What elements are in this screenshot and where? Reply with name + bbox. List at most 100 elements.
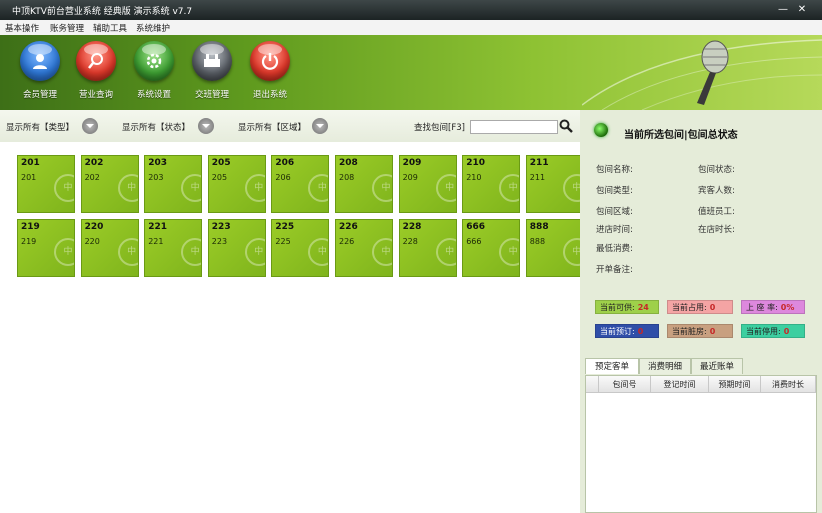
table-header-duration[interactable]: 消费时长 — [761, 376, 816, 393]
menu-basic-ops[interactable]: 基本操作 — [5, 22, 39, 34]
room-tile[interactable]: 210 210 中 — [462, 155, 521, 213]
room-tile[interactable]: 201 201 中 — [17, 155, 75, 213]
close-button[interactable]: ✕ — [795, 3, 809, 16]
shift-handover-button[interactable]: 交班管理 — [182, 41, 242, 107]
room-sub-label: 223 — [211, 237, 228, 246]
shift-handover-label: 交班管理 — [194, 90, 229, 100]
room-tile[interactable]: 666 666 中 — [462, 219, 521, 277]
area-filter-dropdown[interactable] — [312, 118, 328, 134]
room-sub-label: 219 — [21, 237, 37, 246]
stat-badge: 当前脏房: 0 — [667, 324, 733, 338]
room-watermark-icon: 中 — [54, 174, 74, 202]
room-sub-label: 210 — [466, 173, 482, 182]
room-number: 210 — [466, 158, 485, 168]
room-number: 208 — [339, 158, 358, 168]
system-settings-button[interactable]: 系统设置 — [124, 41, 184, 107]
stat-label: 当前停用: — [746, 327, 781, 336]
room-tile[interactable]: 206 206 中 — [271, 155, 330, 213]
stat-value: 0 — [709, 327, 716, 336]
room-tile[interactable]: 211 211 中 — [525, 155, 580, 213]
menu-aux-tools[interactable]: 辅助工具 — [93, 22, 127, 34]
room-watermark-icon: 中 — [499, 238, 520, 266]
stat-label: 当前脏房: — [672, 327, 707, 336]
window-title: 中顶KTV前台营业系统 经典版 演示系统 v7.7 — [12, 7, 193, 17]
room-tile[interactable]: 225 225 中 — [271, 219, 330, 277]
stat-label: 当前预订: — [600, 327, 635, 336]
magnifier-icon — [76, 41, 116, 81]
room-number: 201 — [21, 158, 40, 168]
stay-duration-label: 在店时长: — [698, 225, 735, 235]
reservation-table: 包间号 登记时间 预期时间 消费时长 — [585, 375, 817, 513]
order-note-label: 开单备注: — [596, 265, 633, 275]
minimize-button[interactable]: — — [776, 3, 790, 16]
stat-value: 24 — [637, 303, 649, 312]
room-tile[interactable]: 223 223 中 — [207, 219, 266, 277]
tab-reservations[interactable]: 预定客单 — [585, 358, 639, 374]
room-tile[interactable]: 208 208 中 — [335, 155, 393, 213]
room-sub-label: 220 — [84, 237, 100, 246]
tab-recent-bills[interactable]: 最近账单 — [691, 358, 743, 374]
area-filter-label: 显示所有【区域】 — [238, 123, 307, 133]
room-sub-label: 201 — [21, 173, 37, 182]
search-room-input[interactable] — [470, 120, 558, 134]
room-number: 666 — [466, 222, 485, 232]
room-tile[interactable]: 226 226 中 — [335, 219, 393, 277]
menu-accounts[interactable]: 账务管理 — [50, 22, 84, 34]
status-panel-header: 当前所选包间|包间总状态 — [580, 110, 822, 150]
menu-maintenance[interactable]: 系统维护 — [136, 22, 170, 34]
room-tile[interactable]: 219 219 中 — [17, 219, 75, 277]
room-tile[interactable]: 228 228 中 — [398, 219, 457, 277]
tab-consumption-details[interactable]: 消费明细 — [639, 358, 691, 374]
room-tile[interactable]: 205 205 中 — [207, 155, 266, 213]
microphone-decoration — [582, 39, 822, 110]
stat-value: 0 — [709, 303, 716, 312]
room-number: 219 — [21, 222, 40, 232]
toolbar-banner: 会员管理 营业查询 系统设置 交班管理 退出系统 — [0, 35, 822, 110]
business-query-button[interactable]: 营业查询 — [66, 41, 126, 107]
room-tile[interactable]: 888 888 中 — [525, 219, 580, 277]
member-management-button[interactable]: 会员管理 — [10, 41, 70, 107]
room-sub-label: 206 — [275, 173, 291, 182]
room-tile[interactable]: 202 202 中 — [80, 155, 139, 213]
user-icon — [20, 41, 60, 81]
room-number: 206 — [275, 158, 295, 168]
room-number: 211 — [529, 158, 549, 168]
power-icon — [250, 41, 290, 81]
room-watermark-icon: 中 — [181, 238, 202, 266]
room-watermark-icon: 中 — [117, 174, 138, 202]
room-watermark-icon: 中 — [54, 238, 74, 266]
search-icon[interactable] — [559, 119, 573, 133]
room-name-label: 包间名称: — [596, 165, 633, 175]
checkin-time-label: 进店时间: — [596, 225, 633, 235]
staff-on-duty-label: 值班员工: — [698, 207, 735, 217]
room-tile[interactable]: 203 203 中 — [144, 155, 203, 213]
room-number: 203 — [148, 158, 167, 168]
type-filter-label: 显示所有【类型】 — [6, 123, 75, 133]
room-watermark-icon: 中 — [435, 174, 456, 202]
exit-system-button[interactable]: 退出系统 — [240, 41, 300, 107]
room-watermark-icon: 中 — [244, 174, 265, 202]
room-tile[interactable]: 221 221 中 — [144, 219, 203, 277]
room-grid: 201 201 中 202 202 中 203 203 中 205 205 中 206 206 中 208 20… — [0, 142, 581, 513]
stat-value: 0 — [637, 327, 644, 336]
room-number: 205 — [211, 158, 231, 168]
min-spend-label: 最低消费: — [596, 244, 633, 254]
room-watermark-icon: 中 — [372, 238, 392, 266]
room-tile[interactable]: 220 220 中 — [80, 219, 139, 277]
exit-system-label: 退出系统 — [252, 90, 287, 100]
table-header-register-time[interactable]: 登记时间 — [651, 376, 709, 393]
room-number: 888 — [529, 222, 549, 232]
status-filter-dropdown[interactable] — [198, 118, 214, 134]
status-filter-label: 显示所有【状态】 — [122, 123, 191, 133]
room-tile[interactable]: 209 209 中 — [398, 155, 457, 213]
table-header-room[interactable]: 包间号 — [599, 376, 651, 393]
room-watermark-icon: 中 — [117, 238, 138, 266]
room-watermark-icon: 中 — [308, 174, 329, 202]
room-watermark-icon: 中 — [244, 238, 265, 266]
stat-value: 0% — [780, 303, 795, 312]
table-header-expected-time[interactable]: 预期时间 — [709, 376, 761, 393]
room-sub-label: 221 — [148, 237, 164, 246]
business-query-label: 营业查询 — [78, 90, 113, 100]
type-filter-dropdown[interactable] — [82, 118, 98, 134]
room-sub-label: 228 — [402, 237, 418, 246]
